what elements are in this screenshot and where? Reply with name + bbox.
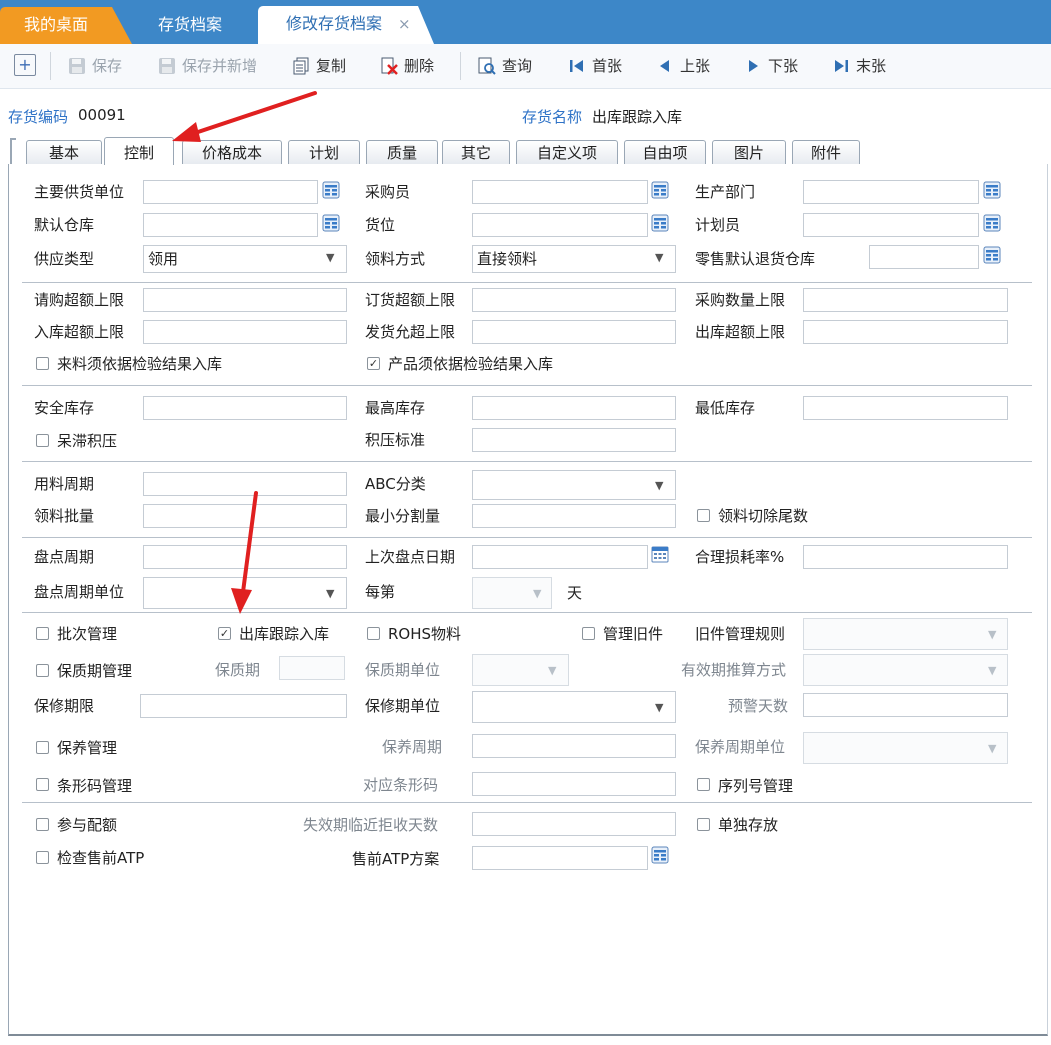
annotation-layer bbox=[172, 91, 317, 614]
annotation-arrow-to-control-tab bbox=[172, 91, 317, 142]
annotation-arrow-to-outbound-track bbox=[231, 491, 258, 614]
